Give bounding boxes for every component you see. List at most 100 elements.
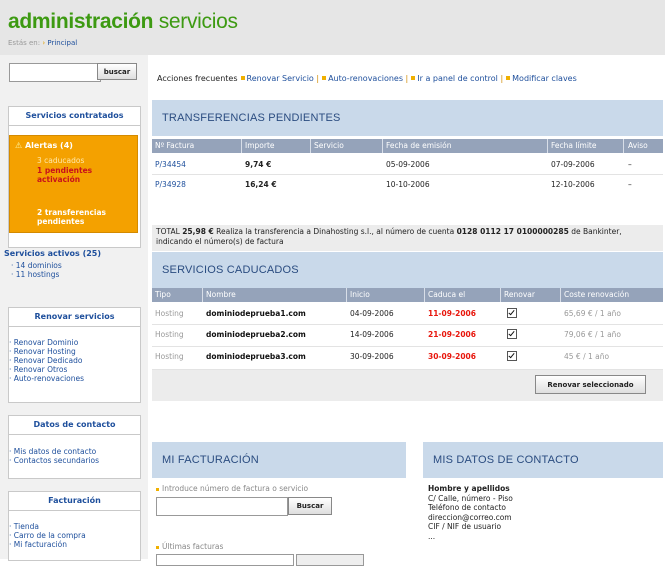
billing-heading[interactable]: Facturación (9, 492, 140, 511)
table-row: Hosting dominiodeprueba1.com 04-09-2006 … (152, 302, 663, 324)
renew-checkbox[interactable] (507, 329, 517, 341)
due-date: 12-10-2006 (551, 180, 595, 189)
contact-more: ... (428, 531, 436, 541)
renewal-cost: 45 € / 1 año (564, 352, 610, 361)
warning-icon: ⚠ (15, 141, 23, 150)
recent-invoices-label-text: Últimas facturas (162, 542, 224, 551)
billing-search-label: Introduce número de factura o servicio (156, 484, 308, 493)
col-start: Inicio (350, 290, 370, 299)
col-service: Servicio (314, 141, 344, 150)
contact-phone: Teléfono de contacto (428, 503, 506, 512)
sidebar-item-secondary-contacts[interactable]: · Contactos secundarios (9, 456, 99, 465)
transfers-title: TRANSFERENCIAS PENDIENTES (162, 112, 341, 124)
invoice-link[interactable]: P/34928 (155, 180, 186, 189)
sidebar-item-my-contact[interactable]: · Mis datos de contacto (9, 447, 96, 456)
quick-actions-bar: Acciones frecuentes Renovar Servicio | Aut… (157, 74, 577, 83)
recent-invoices-label: Últimas facturas (156, 542, 223, 551)
service-type: Hosting (155, 352, 184, 361)
breadcrumb-arrow-icon: › (42, 39, 46, 47)
bullet-icon (240, 76, 245, 80)
sidebar-item-label: Mis datos de contacto (13, 447, 97, 456)
expiry-date: 21-09-2006 (428, 330, 476, 339)
total-text-1: Realiza la transferencia a Dinahosting s… (216, 227, 455, 236)
search-button[interactable]: buscar (97, 63, 137, 80)
col-cost: Coste renovación (564, 290, 630, 299)
bullet-icon (156, 545, 159, 549)
invoice-search-button[interactable]: Buscar (288, 497, 332, 515)
contact-tax-id: CIF / NIF de usuario (428, 522, 502, 531)
sidebar-item-domains[interactable]: · 14 dominios (11, 261, 62, 270)
sidebar-item-auto-renewals[interactable]: · Auto-renovaciones (9, 374, 84, 383)
amount: 16,24 € (245, 180, 277, 189)
quick-action-auto-renewals[interactable]: Auto-renovaciones (328, 74, 403, 83)
transfers-total: TOTAL 25,98 € Realiza la transferencia a… (152, 225, 663, 251)
col-amount: Importe (245, 141, 275, 150)
recent-invoices-button[interactable] (296, 554, 364, 566)
invoice-search-input[interactable] (156, 497, 288, 516)
sidebar-item-label: Tienda (13, 522, 39, 531)
sidebar-item-domains-label: 14 dominios (15, 261, 62, 270)
service-type: Hosting (155, 309, 184, 318)
col-notice: Aviso (628, 141, 648, 150)
bullet-icon (411, 76, 416, 80)
title-rest: servicios (153, 10, 238, 33)
billing-search-label-text: Introduce número de factura o servicio (162, 484, 309, 493)
expiry-date: 30-09-2006 (428, 352, 476, 361)
sidebar-item-renew-domain[interactable]: · Renovar Dominio (9, 338, 78, 347)
sidebar-item-my-billing[interactable]: · Mi facturación (9, 540, 67, 549)
alert-expired[interactable]: 3 caducados (37, 156, 137, 165)
alerts-box: ⚠ Alertas (4) 3 caducados 1 pendientes a… (9, 135, 138, 233)
recent-invoices-select[interactable] (156, 554, 294, 566)
quick-action-renew-service[interactable]: Renovar Servicio (247, 74, 314, 83)
sidebar-item-label: Carro de la compra (13, 531, 86, 540)
renew-services-heading[interactable]: Renovar servicios (9, 308, 140, 327)
expired-table-header: Tipo Nombre Inicio Caduca el Renovar Cos… (152, 288, 663, 302)
sidebar-item-renew-other[interactable]: · Renovar Otros (9, 365, 67, 374)
alert-pending-activation[interactable]: 1 pendientes activación (37, 166, 132, 184)
sidebar-item-label: Renovar Hosting (13, 347, 76, 356)
expired-panel-header: SERVICIOS CADUCADOS (152, 252, 663, 288)
separator: | (316, 74, 320, 83)
alert-pending-transfers[interactable]: 2 transferencias pendientes (37, 208, 137, 226)
amount: 9,74 € (245, 160, 272, 169)
sidebar-item-cart[interactable]: · Carro de la compra (9, 531, 86, 540)
table-row: P/34928 16,24 € 10-10-2006 12-10-2006 – (152, 175, 663, 197)
col-due: Fecha límite (551, 141, 597, 150)
sidebar-item-renew-hosting[interactable]: · Renovar Hosting (9, 347, 76, 356)
contact-data-heading[interactable]: Datos de contacto (9, 416, 140, 435)
sidebar-item-label: Contactos secundarios (13, 456, 100, 465)
breadcrumb-link-principal[interactable]: Principal (47, 39, 77, 47)
bullet-icon (156, 487, 159, 491)
table-row: Hosting dominiodeprueba3.com 30-09-2006 … (152, 347, 663, 369)
separator: | (500, 74, 504, 83)
contact-details: Hombre y apellidos C/ Calle, número - Pi… (428, 484, 513, 541)
sidebar-item-renew-dedicated[interactable]: · Renovar Dedicado (9, 356, 82, 365)
page-header: administración servicios Estás en: › Pri… (0, 0, 665, 55)
col-issued: Fecha de emisión (386, 141, 452, 150)
contracted-services-heading[interactable]: Servicios contratados (9, 107, 140, 126)
table-row: P/34454 9,74 € 05-09-2006 07-09-2006 – (152, 153, 663, 175)
sidebar-item-label: Renovar Dominio (13, 338, 79, 347)
renewal-cost: 65,69 € / 1 año (564, 309, 622, 318)
active-services-heading[interactable]: Servicios activos (25) (4, 249, 101, 258)
expired-title: SERVICIOS CADUCADOS (162, 264, 299, 276)
search-input[interactable] (9, 63, 101, 82)
invoice-link[interactable]: P/34454 (155, 160, 186, 169)
sidebar-item-store[interactable]: · Tienda (9, 522, 39, 531)
alerts-title-text: Alertas (4) (24, 141, 73, 150)
title-bold: administración (8, 10, 154, 33)
notice: – (628, 180, 632, 189)
bank-account: 0128 0112 17 0100000285 (456, 227, 569, 236)
sidebar-item-hostings[interactable]: · 11 hostings (11, 270, 59, 279)
quick-action-control-panel[interactable]: Ir a panel de control (417, 74, 498, 83)
renew-selected-button[interactable]: Renovar seleccionado (535, 375, 646, 394)
quick-action-modify-keys[interactable]: Modificar claves (512, 74, 577, 83)
transfers-table-header: Nº Factura Importe Servicio Fecha de emi… (152, 139, 663, 153)
renewal-cost: 79,06 € / 1 año (564, 330, 622, 339)
total-text-3: indicando el número(s) de factura (156, 237, 284, 246)
alerts-title[interactable]: ⚠ Alertas (4) (15, 141, 73, 150)
renew-checkbox[interactable] (507, 308, 517, 320)
renew-checkbox[interactable] (507, 351, 517, 363)
contact-panel-header: MIS DATOS DE CONTACTO (423, 442, 663, 478)
service-type: Hosting (155, 330, 184, 339)
